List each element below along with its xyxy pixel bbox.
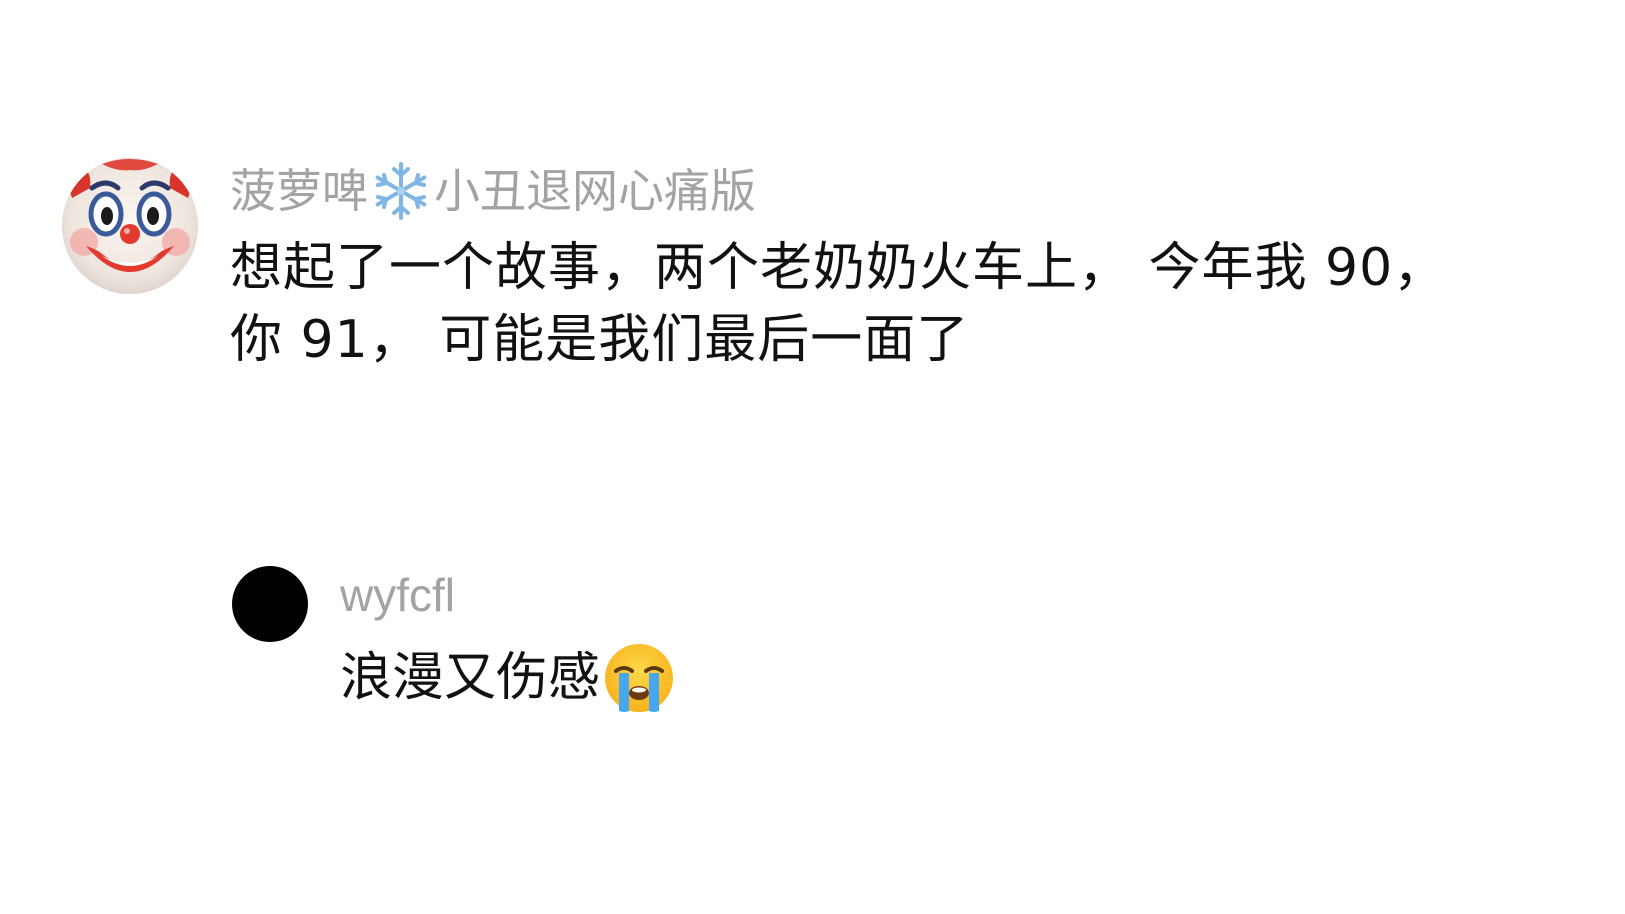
snowflake-icon	[370, 160, 432, 222]
loudly-crying-face-icon	[602, 641, 676, 715]
comment-body: 菠萝啤 小丑退网心痛版 想起了一个故事，两个老奶奶火车上， 今年我 90，你 9…	[230, 158, 1550, 376]
black-circle-avatar[interactable]	[232, 566, 308, 642]
comment-username[interactable]: 菠萝啤 小丑退网心痛版	[230, 158, 1550, 224]
reply-text: 浪漫又伤感	[340, 648, 601, 708]
clown-face-icon[interactable]	[62, 158, 198, 294]
reply-body: wyfcfl 浪漫又伤感	[340, 562, 1340, 716]
reply-content: 浪漫又伤感	[340, 640, 1340, 716]
username-part2: 小丑退网心痛版	[434, 164, 756, 218]
comment-text: 想起了一个故事，两个老奶奶火车上， 今年我 90，你 91， 可能是我们最后一面…	[230, 238, 1447, 370]
reply-username[interactable]: wyfcfl	[340, 562, 1340, 628]
comment-thread: 菠萝啤 小丑退网心痛版 想起了一个故事，两个老奶奶火车上， 今年我 90，你 9…	[0, 0, 1625, 914]
username-part1: 菠萝啤	[230, 164, 368, 218]
